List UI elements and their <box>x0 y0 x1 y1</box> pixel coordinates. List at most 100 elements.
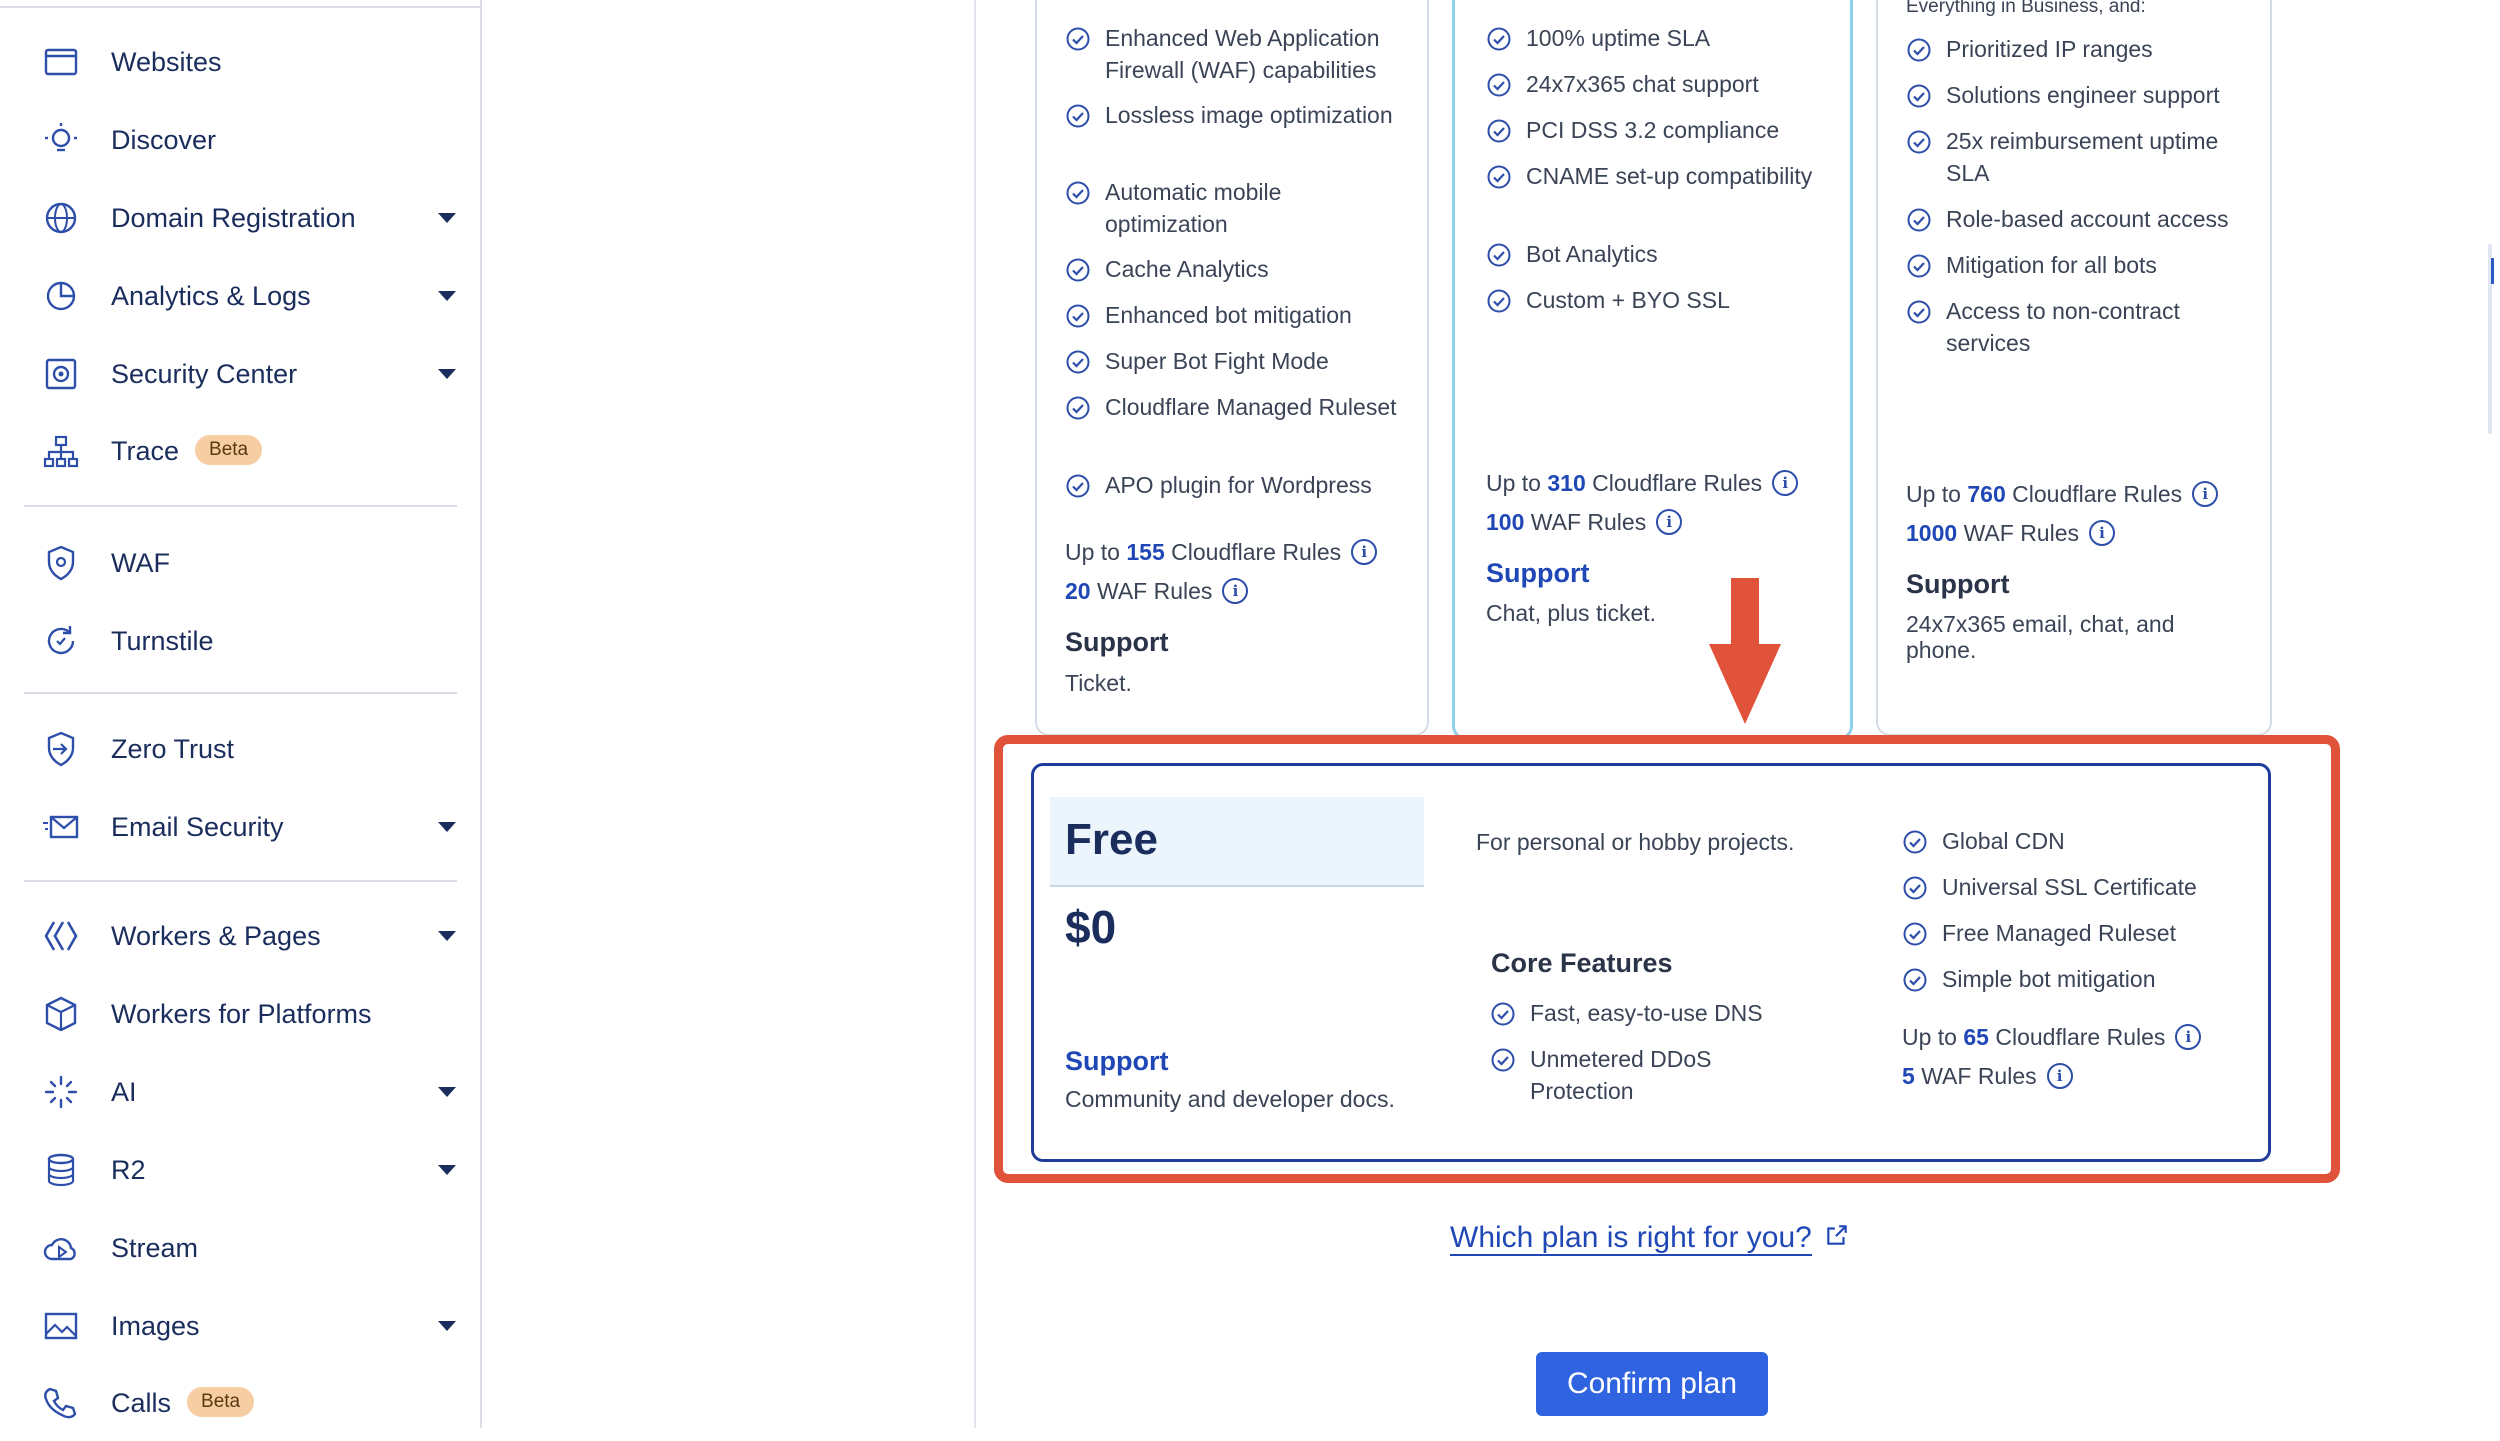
business-feature-item: Custom + BYO SSL <box>1487 284 1816 316</box>
chevron-down-icon[interactable] <box>438 931 456 941</box>
check-circle-icon <box>1491 1048 1515 1072</box>
check-circle-icon <box>1066 474 1090 498</box>
sidebar-item-label: Stream <box>111 1232 199 1263</box>
info-icon[interactable]: i <box>1222 577 1249 604</box>
feature-text: Universal SSL Certificate <box>1942 874 2197 900</box>
chevron-down-icon[interactable] <box>438 1165 456 1175</box>
enterprise-support-title: Support <box>1906 569 2010 599</box>
turnstile-refresh-icon <box>38 618 84 664</box>
sidebar-item-email-security[interactable]: Email Security <box>0 790 480 864</box>
chevron-down-icon[interactable] <box>438 369 456 379</box>
sidebar: Websites Discover Domain Registration Analy… <box>0 0 482 1428</box>
check-circle-icon <box>1907 208 1931 232</box>
info-icon[interactable]: i <box>2192 480 2219 507</box>
check-circle-icon <box>1487 243 1511 267</box>
check-circle-icon <box>1066 181 1090 205</box>
info-icon[interactable]: i <box>1656 508 1683 535</box>
sidebar-item-label: Email Security <box>111 811 284 842</box>
enterprise-cloudflare-rules: Up to 760 Cloudflare Rules i <box>1906 480 2219 509</box>
free-support-text: Community and developer docs. <box>1065 1086 1395 1112</box>
sidebar-item-label: AI <box>111 1076 137 1107</box>
external-link-icon <box>1827 1225 1847 1245</box>
business-feature-item: PCI DSS 3.2 compliance <box>1487 114 1816 146</box>
sidebar-item-stream[interactable]: Stream <box>0 1211 480 1285</box>
sidebar-item-discover[interactable]: Discover <box>0 103 480 177</box>
chevron-down-icon[interactable] <box>438 1087 456 1097</box>
sidebar-item-trace[interactable]: Trace Beta <box>0 415 480 489</box>
business-feature-item: Bot Analytics <box>1487 238 1816 270</box>
info-icon[interactable]: i <box>1351 538 1378 565</box>
sidebar-item-calls[interactable]: Calls Beta <box>0 1367 480 1441</box>
feature-text: Cache Analytics <box>1105 256 1269 282</box>
sidebar-item-label: Workers for Platforms <box>111 998 372 1029</box>
check-circle-icon <box>1066 304 1090 328</box>
sidebar-item-turnstile[interactable]: Turnstile <box>0 604 480 678</box>
trace-network-icon <box>38 429 84 475</box>
enterprise-feature-item: Role-based account access <box>1907 203 2246 235</box>
sidebar-item-label: Calls Beta <box>111 1386 255 1420</box>
pro-feature-item: APO plugin for Wordpress <box>1066 469 1405 501</box>
enterprise-heading: Everything in Business, and: <box>1906 0 2146 17</box>
sidebar-divider <box>24 880 457 882</box>
check-circle-icon <box>1066 27 1090 51</box>
chevron-down-icon[interactable] <box>438 213 456 223</box>
sidebar-item-security-center[interactable]: Security Center <box>0 337 480 411</box>
pro-waf-rules: 20 WAF Rules i <box>1065 577 1249 606</box>
sparkle-icon <box>38 1069 84 1115</box>
enterprise-feature-item: Solutions engineer support <box>1907 79 2246 111</box>
sidebar-item-websites[interactable]: Websites <box>0 25 480 99</box>
sidebar-item-workers-pages[interactable]: Workers & Pages <box>0 899 480 973</box>
pro-feature-item: Enhanced Web Application Firewall (WAF) … <box>1066 22 1405 86</box>
sidebar-item-label: Domain Registration <box>111 202 356 233</box>
sidebar-item-label: Zero Trust <box>111 733 235 764</box>
feature-text: CNAME set-up compatibility <box>1526 163 1813 189</box>
info-icon[interactable]: i <box>2046 1062 2073 1089</box>
pro-feature-item: Super Bot Fight Mode <box>1066 345 1405 377</box>
sidebar-item-domain-registration[interactable]: Domain Registration <box>0 181 480 255</box>
feature-text: Lossless image optimization <box>1105 102 1393 128</box>
check-circle-icon <box>1907 84 1931 108</box>
sidebar-item-waf[interactable]: WAF <box>0 526 480 600</box>
sidebar-item-zero-trust[interactable]: Zero Trust <box>0 712 480 786</box>
confirm-plan-button[interactable]: Confirm plan <box>1536 1352 1768 1416</box>
check-circle-icon <box>1907 38 1931 62</box>
which-plan-link[interactable]: Which plan is right for you? <box>1450 1221 1850 1256</box>
scrollbar-thumb[interactable] <box>2491 258 2494 284</box>
chevron-down-icon[interactable] <box>438 1321 456 1331</box>
info-icon[interactable]: i <box>2089 519 2116 546</box>
check-circle-icon <box>1066 396 1090 420</box>
info-icon[interactable]: i <box>1772 469 1799 496</box>
sidebar-item-images[interactable]: Images <box>0 1289 480 1363</box>
check-circle-icon <box>1903 922 1927 946</box>
feature-text: Enhanced bot mitigation <box>1105 302 1352 328</box>
workers-icon <box>38 913 84 959</box>
pro-feature-item: Cloudflare Managed Ruleset <box>1066 391 1405 423</box>
plan-card-business[interactable] <box>1452 0 1853 740</box>
sidebar-item-r2[interactable]: R2 <box>0 1133 480 1207</box>
free-feature-item: Universal SSL Certificate <box>1903 871 2262 903</box>
feature-text: Mitigation for all bots <box>1946 252 2157 278</box>
business-support-text: Chat, plus ticket. <box>1486 600 1657 626</box>
feature-text: Enhanced Web Application Firewall (WAF) … <box>1105 25 1380 83</box>
sidebar-divider <box>24 692 457 694</box>
cube-icon <box>38 991 84 1037</box>
pro-feature-item: Lossless image optimization <box>1066 99 1405 131</box>
sidebar-item-workers-for-platforms[interactable]: Workers for Platforms <box>0 977 480 1051</box>
chevron-down-icon[interactable] <box>438 291 456 301</box>
pro-support-text: Ticket. <box>1065 670 1132 696</box>
chevron-down-icon[interactable] <box>438 822 456 832</box>
sidebar-item-ai[interactable]: AI <box>0 1055 480 1129</box>
sidebar-item-analytics-logs[interactable]: Analytics & Logs <box>0 259 480 333</box>
image-icon <box>38 1303 84 1349</box>
feature-text: Free Managed Ruleset <box>1942 920 2176 946</box>
pro-feature-item: Automatic mobile optimization <box>1066 176 1405 240</box>
which-plan-link-text[interactable]: Which plan is right for you? <box>1450 1221 1812 1256</box>
lightbulb-icon <box>38 117 84 163</box>
check-circle-icon <box>1487 289 1511 313</box>
info-icon[interactable]: i <box>2175 1023 2202 1050</box>
enterprise-feature-item: Prioritized IP ranges <box>1907 33 2246 65</box>
globe-icon <box>38 195 84 241</box>
feature-text: Access to non-contract services <box>1946 298 2180 356</box>
business-feature-item: 24x7x365 chat support <box>1487 68 1816 100</box>
check-circle-icon <box>1903 876 1927 900</box>
